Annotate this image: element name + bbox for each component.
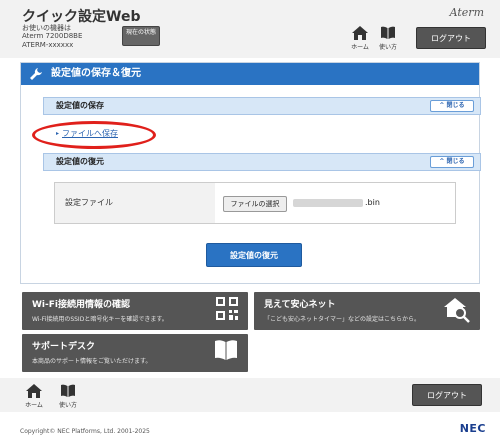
restore-section-header: 設定値の復元 ^ 閉じる	[43, 153, 481, 171]
support-desk-title: サポートデスク	[32, 342, 96, 352]
chevron-up-icon: ^	[439, 158, 445, 165]
qr-code-icon	[216, 297, 238, 320]
footer-home-label: ホーム	[25, 402, 43, 409]
device-info-ssid: ATERM-xxxxxx	[22, 41, 74, 49]
footer-bar: ホーム 使い方 ログアウト	[0, 378, 500, 412]
highlight-annotation	[32, 121, 156, 149]
book-icon	[61, 384, 75, 397]
selected-file-name: .bin	[293, 198, 380, 207]
chevron-up-icon: ^	[439, 102, 445, 109]
restore-section-close-button[interactable]: ^ 閉じる	[430, 156, 474, 168]
safe-net-tile[interactable]: 見えて安心ネット 「こども安心ネットタイマー」などの設定はこちらから。	[254, 292, 480, 330]
restore-section-title: 設定値の復元	[56, 157, 104, 166]
copyright-text: Copyright© NEC Platforms, Ltd. 2001-2025	[20, 428, 150, 435]
safe-net-title: 見えて安心ネット	[264, 300, 336, 310]
save-section-header: 設定値の保存 ^ 閉じる	[43, 97, 481, 115]
settings-file-label: 設定ファイル	[55, 183, 215, 223]
home-icon	[26, 384, 42, 398]
footer-help-label: 使い方	[58, 402, 77, 409]
save-section-close-button[interactable]: ^ 閉じる	[430, 100, 474, 112]
help-label: 使い方	[378, 44, 397, 51]
home-button[interactable]: ホーム	[346, 26, 374, 51]
settings-file-row: 設定ファイル ファイルの選択 .bin	[54, 182, 456, 224]
book-icon	[215, 340, 237, 360]
footer-logout-button[interactable]: ログアウト	[412, 384, 482, 406]
redacted-filename	[293, 198, 363, 207]
save-section-title: 設定値の保存	[56, 101, 104, 110]
help-button[interactable]: 使い方	[374, 26, 402, 51]
nec-logo: NEC	[459, 422, 486, 435]
wrench-icon	[30, 68, 42, 80]
wifi-info-title: Wi-Fi接続用情報の確認	[32, 300, 130, 310]
logout-button[interactable]: ログアウト	[416, 27, 486, 49]
footer-home-button[interactable]: ホーム	[20, 384, 48, 409]
header: クイック設定Web お使いの機器は Aterm 7200D8BE ATERM-x…	[0, 0, 500, 58]
home-label: ホーム	[351, 44, 369, 51]
settings-file-field: ファイルの選択 .bin	[215, 183, 455, 223]
panel-title: 設定値の保存＆復元	[51, 68, 141, 79]
device-info-model: Aterm 7200D8BE	[22, 32, 83, 40]
book-icon	[381, 26, 395, 39]
choose-file-button[interactable]: ファイルの選択	[223, 196, 287, 212]
restore-settings-button[interactable]: 設定値の復元	[206, 243, 302, 267]
aterm-logo: Aterm	[449, 6, 484, 19]
support-desk-desc: 本商品のサポート情報をご覧いただけます。	[32, 358, 152, 365]
current-status-button[interactable]: 現在の状態	[122, 26, 160, 46]
home-icon	[352, 26, 368, 40]
save-section-close-label: 閉じる	[446, 102, 465, 109]
restore-section-close-label: 閉じる	[446, 158, 465, 165]
support-desk-tile[interactable]: サポートデスク 本商品のサポート情報をご覧いただけます。	[22, 334, 248, 372]
wifi-info-tile[interactable]: Wi-Fi接続用情報の確認 Wi-Fi接続用のSSIDと暗号化キーを確認できます…	[22, 292, 248, 330]
footer-help-button[interactable]: 使い方	[54, 384, 82, 409]
panel-header: 設定値の保存＆復元	[21, 63, 479, 85]
wifi-info-desc: Wi-Fi接続用のSSIDと暗号化キーを確認できます。	[32, 316, 168, 323]
file-extension: .bin	[365, 198, 380, 207]
house-search-icon	[444, 298, 470, 323]
safe-net-desc: 「こども安心ネットタイマー」などの設定はこちらから。	[264, 316, 421, 323]
